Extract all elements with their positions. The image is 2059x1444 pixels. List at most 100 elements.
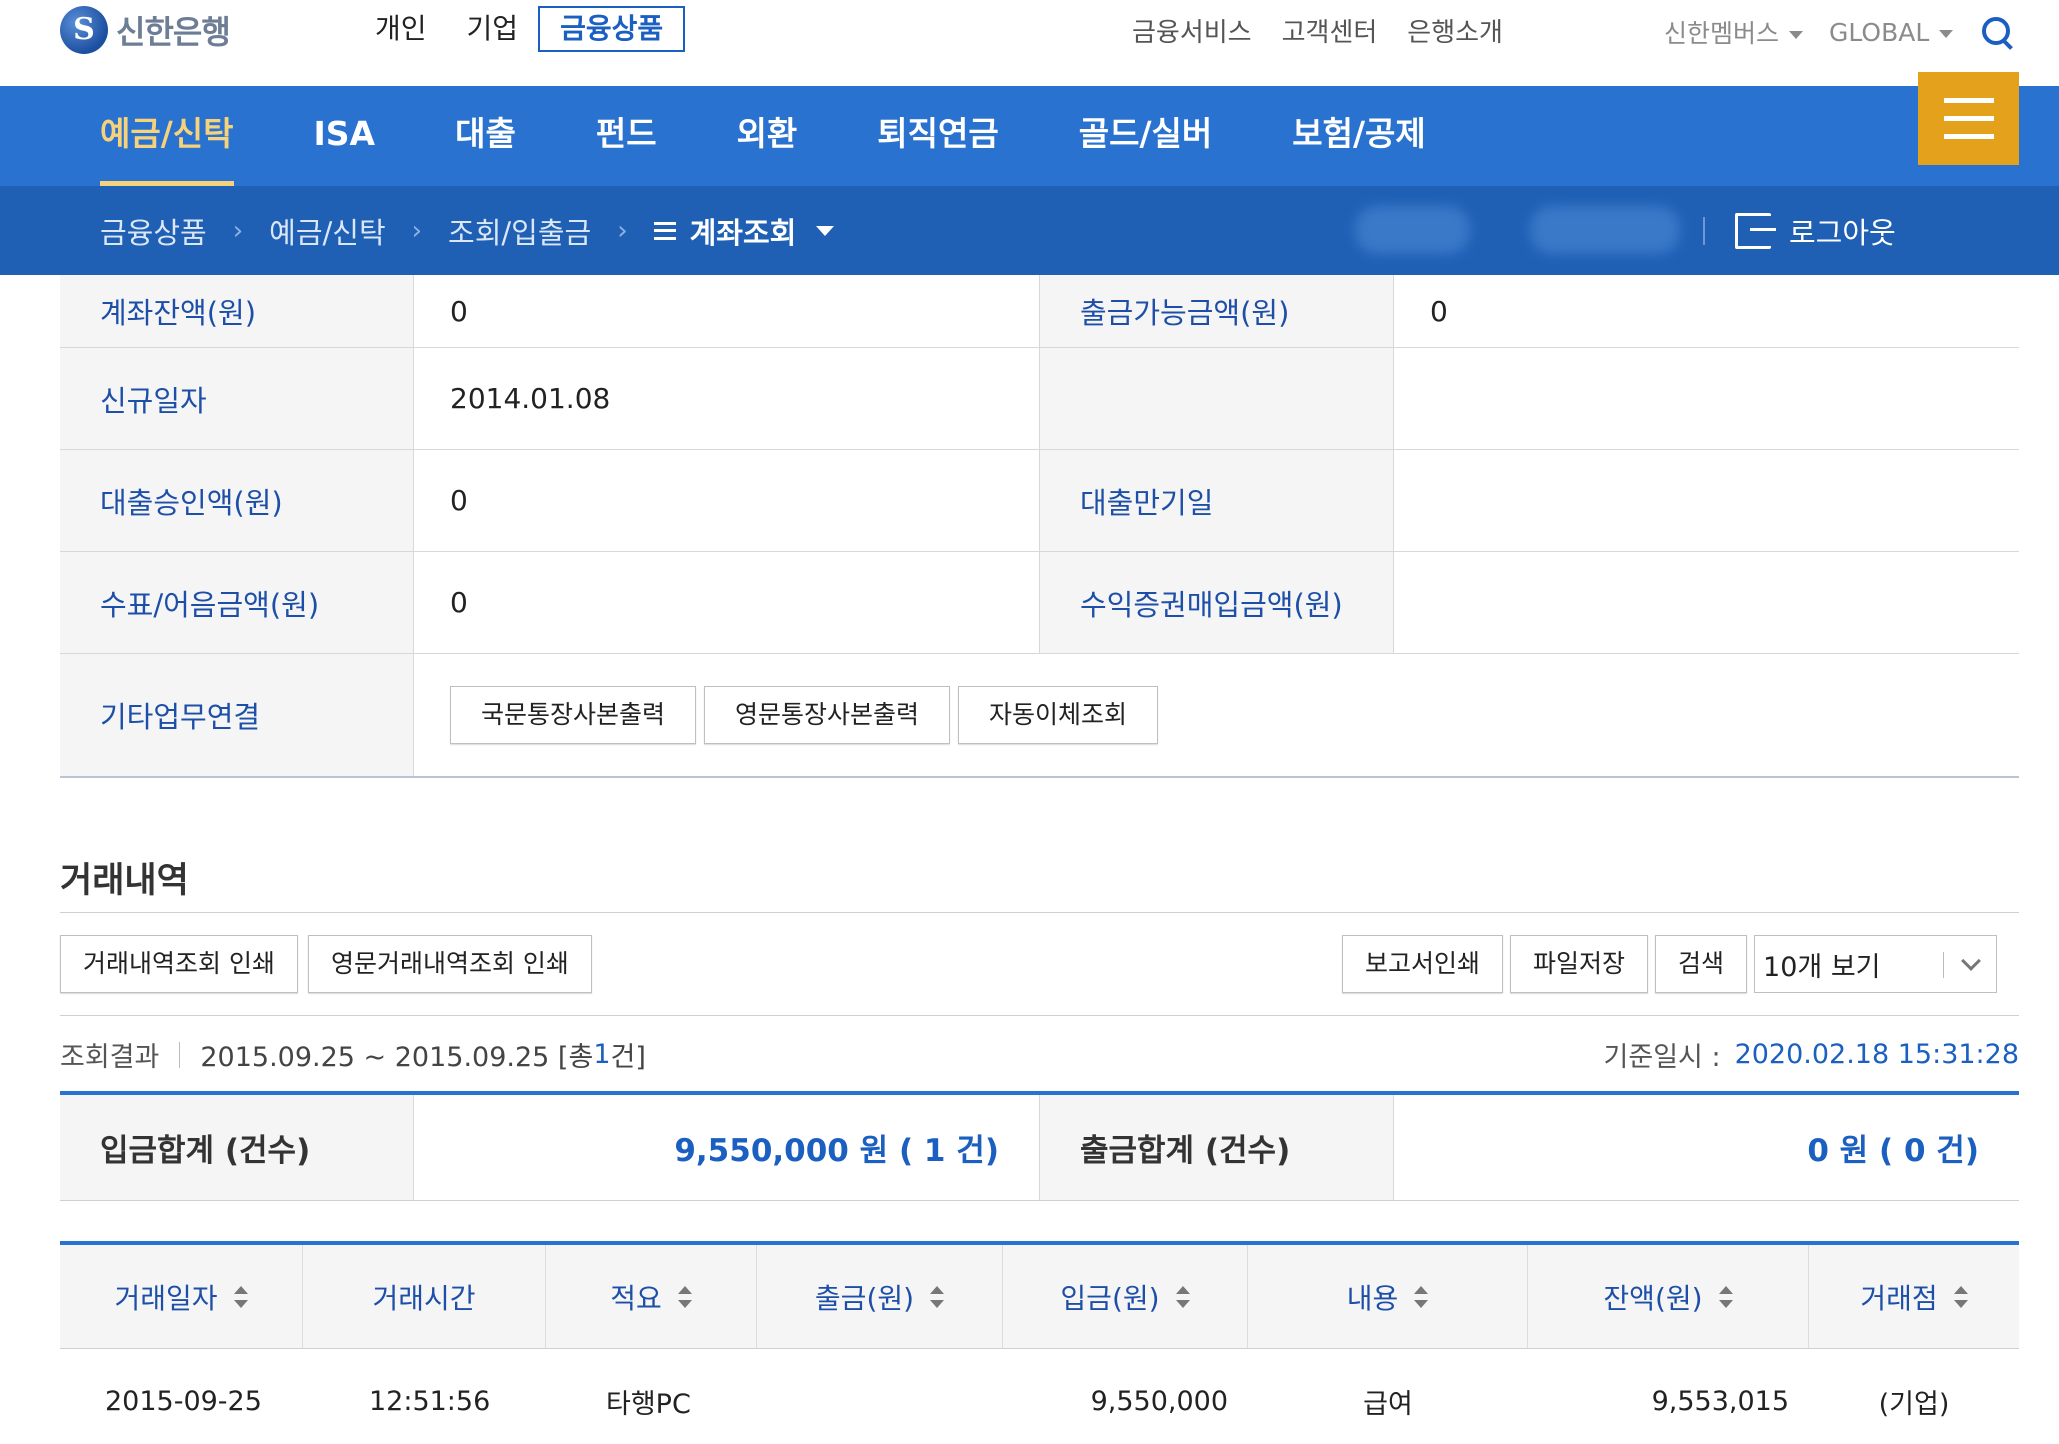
nav-deposit-trust[interactable]: 예금/신탁: [100, 86, 234, 186]
label-open-date: 신규일자: [60, 348, 413, 449]
cell-balance: 9,553,015: [1651, 1385, 1789, 1417]
breadcrumb: 금융상품 › 예금/신탁 › 조회/입출금 › 계좌조회: [100, 186, 835, 275]
page-size-select[interactable]: 10개 보기: [1754, 935, 1998, 993]
table-row: 계좌잔액(원) 0 출금가능금액(원) 0: [60, 275, 2019, 348]
cell-deposit: 9,550,000: [1090, 1385, 1228, 1417]
hamburger-line: [1944, 134, 1994, 139]
top-right-menu: 신한멤버스 GLOBAL: [1664, 14, 2015, 50]
shinhan-logo[interactable]: 신한은행: [60, 6, 231, 54]
sort-icon: [1953, 1285, 1968, 1308]
search-icon[interactable]: [1979, 14, 2015, 50]
table-row: 기타업무연결 국문통장사본출력 영문통장사본출력 자동이체조회: [60, 654, 2019, 776]
value-loan-approval: 0: [413, 450, 1040, 551]
value-withdrawable-amount: 0: [1393, 275, 2019, 347]
account-info-table: 계좌잔액(원) 0 출금가능금액(원) 0 신규일자 2014.01.08 대출…: [60, 275, 2019, 776]
nav-fund[interactable]: 펀드: [596, 86, 657, 186]
hamburger-menu-button[interactable]: [1918, 72, 2019, 165]
menu-financial-services[interactable]: 금융서비스: [1132, 12, 1252, 49]
breadcrumb-current-label: 계좌조회: [689, 215, 797, 250]
print-toolbar: 거래내역조회 인쇄 영문거래내역조회 인쇄: [60, 935, 592, 993]
sort-icon: [1718, 1285, 1733, 1308]
file-save-button[interactable]: 파일저장: [1510, 935, 1649, 993]
label-loan-maturity: 대출만기일: [1040, 450, 1393, 551]
hamburger-line: [1944, 98, 1994, 103]
chevron-right-icon: ›: [232, 215, 244, 246]
logout-icon: [1735, 213, 1776, 249]
page-size-value: 10개 보기: [1763, 951, 1881, 983]
divider: [60, 912, 2019, 913]
value-account-balance: 0: [413, 275, 1040, 347]
auto-transfer-inquiry-button[interactable]: 자동이체조회: [958, 686, 1159, 744]
column-header-branch[interactable]: 거래점: [1809, 1245, 2019, 1348]
label-check-amount: 수표/어음금액(원): [60, 552, 413, 653]
blurred-user-info: [1355, 206, 1470, 254]
column-label: 거래점: [1860, 1281, 1938, 1315]
nav-retirement-pension[interactable]: 퇴직연금: [877, 86, 998, 186]
nav-insurance[interactable]: 보험/공제: [1292, 86, 1426, 186]
menu-customer-center[interactable]: 고객센터: [1282, 12, 1378, 49]
column-header-deposit[interactable]: 입금(원): [1003, 1245, 1248, 1348]
menu-bank-intro[interactable]: 은행소개: [1407, 12, 1503, 49]
breadcrumb-current-dropdown[interactable]: 계좌조회: [653, 210, 835, 252]
chevron-right-icon: ›: [411, 215, 423, 246]
search-button[interactable]: 검색: [1655, 935, 1748, 993]
english-passbook-print-button[interactable]: 영문통장사본출력: [704, 686, 951, 744]
result-label: 조회결과: [60, 1042, 160, 1073]
nav-foreign-exchange[interactable]: 외환: [737, 86, 798, 186]
cell-branch: (기업): [1878, 1388, 1950, 1420]
action-toolbar: 보고서인쇄 파일저장 검색 10개 보기: [1342, 935, 1998, 993]
column-header-date[interactable]: 거래일자: [60, 1245, 303, 1348]
chevron-right-icon: ›: [617, 215, 628, 246]
result-summary: 조회결과 2015.09.25 ~ 2015.09.25 [총 1 건]: [60, 1035, 646, 1074]
sort-icon: [930, 1285, 945, 1308]
column-label: 잔액(원): [1603, 1281, 1703, 1315]
divider: [1943, 952, 1945, 978]
nav-isa[interactable]: ISA: [314, 86, 376, 186]
column-label: 입금(원): [1060, 1281, 1160, 1315]
column-label: 거래일자: [114, 1281, 218, 1315]
nav-gold-silver[interactable]: 골드/실버: [1079, 86, 1213, 186]
divider: [179, 1041, 181, 1068]
label-account-balance: 계좌잔액(원): [60, 275, 413, 347]
label-empty: [1040, 348, 1393, 449]
customer-type-tabs: 개인 기업 금융상품: [355, 6, 686, 52]
value-securities-purchase: [1393, 552, 2019, 653]
caret-down-icon: [1789, 31, 1804, 39]
logout-button[interactable]: 로그아웃: [1735, 206, 1896, 256]
global-dropdown[interactable]: GLOBAL: [1829, 18, 1954, 47]
nav-loan[interactable]: 대출: [455, 86, 516, 186]
caret-down-icon: [816, 225, 835, 236]
breadcrumb-item[interactable]: 금융상품: [100, 210, 207, 252]
print-transactions-button[interactable]: 거래내역조회 인쇄: [60, 935, 298, 993]
deposit-sum-value: 9,550,000 원 ( 1 건): [413, 1095, 1040, 1200]
table-row: 2015-09-25 12:51:56 타행PC 9,550,000 급여 9,…: [60, 1349, 2019, 1444]
column-header-withdraw[interactable]: 출금(원): [757, 1245, 1003, 1348]
base-time-value: 2020.02.18 15:31:28: [1734, 1039, 2019, 1070]
breadcrumb-item[interactable]: 조회/입출금: [448, 210, 591, 252]
logout-label: 로그아웃: [1789, 216, 1896, 250]
table-row: 수표/어음금액(원) 0 수익증권매입금액(원): [60, 552, 2019, 654]
breadcrumb-item[interactable]: 예금/신탁: [269, 210, 386, 252]
shinhan-members-dropdown[interactable]: 신한멤버스: [1664, 14, 1804, 50]
column-label: 거래시간: [372, 1281, 476, 1315]
report-print-button[interactable]: 보고서인쇄: [1342, 935, 1504, 993]
menu-lines-icon: [653, 221, 676, 240]
label-withdrawable-amount: 출금가능금액(원): [1040, 275, 1393, 347]
column-header-balance[interactable]: 잔액(원): [1528, 1245, 1809, 1348]
print-english-transactions-button[interactable]: 영문거래내역조회 인쇄: [307, 935, 592, 993]
column-header-time: 거래시간: [303, 1245, 546, 1348]
sort-icon: [1414, 1285, 1429, 1308]
sort-icon: [677, 1285, 692, 1308]
top-bar: 신한은행 개인 기업 금융상품 금융서비스 고객센터 은행소개 신한멤버스 GL…: [0, 0, 2059, 86]
column-header-memo[interactable]: 적요: [546, 1245, 757, 1348]
tab-financial-products[interactable]: 금융상품: [538, 6, 686, 52]
korean-passbook-print-button[interactable]: 국문통장사본출력: [450, 686, 697, 744]
hamburger-line: [1944, 116, 1994, 121]
column-label: 내용: [1346, 1281, 1399, 1315]
chevron-down-icon: [1961, 951, 1981, 971]
divider: [60, 1015, 2019, 1016]
tab-personal[interactable]: 개인: [355, 6, 447, 52]
tab-business[interactable]: 기업: [447, 6, 539, 52]
column-header-content[interactable]: 내용: [1248, 1245, 1528, 1348]
label-loan-approval: 대출승인액(원): [60, 450, 413, 551]
